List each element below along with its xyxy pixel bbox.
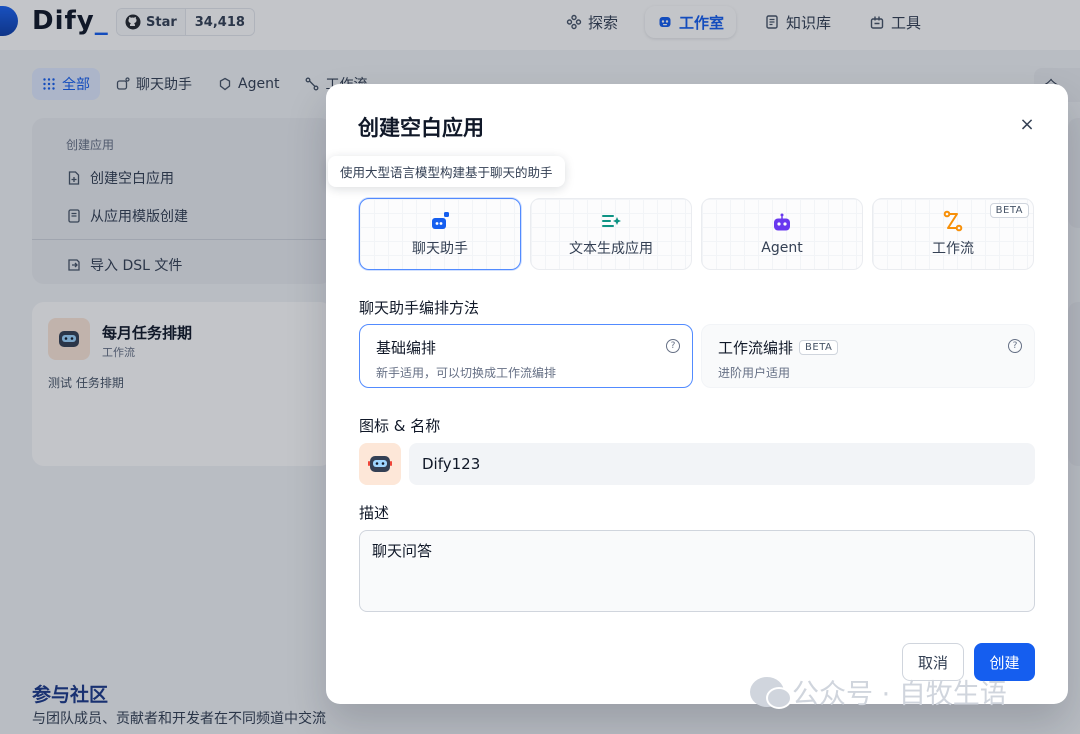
- mode-workflow[interactable]: 工作流编排 BETA 进阶用户适用 ?: [701, 324, 1035, 388]
- help-icon[interactable]: ?: [1008, 339, 1022, 353]
- app-icon-picker[interactable]: [359, 443, 401, 485]
- mode-label: 聊天助手编排方法: [359, 299, 480, 317]
- app-type-selector: 聊天助手 文本生成应用 Agent BETA 工作流: [359, 198, 1034, 270]
- app-name-input[interactable]: [409, 443, 1035, 485]
- beta-badge: BETA: [989, 203, 1029, 218]
- wechat-icon: [750, 676, 792, 709]
- text-generation-icon: [602, 215, 621, 227]
- help-icon[interactable]: ?: [666, 339, 680, 353]
- app-type-chat-assistant[interactable]: 聊天助手: [359, 198, 521, 270]
- icon-name-label: 图标 & 名称: [359, 417, 441, 435]
- modal-title: 创建空白应用: [358, 116, 484, 140]
- close-icon[interactable]: ×: [1016, 114, 1038, 136]
- create-blank-app-modal: 创建空白应用 × 聊天助手 文本生成应用 Agent BETA 工作流 使用大型…: [326, 84, 1068, 704]
- description-label: 描述: [359, 504, 390, 522]
- chat-assistant-icon: [432, 212, 449, 229]
- mode-basic[interactable]: 基础编排 新手适用，可以切换成工作流编排 ?: [359, 324, 693, 388]
- icon-name-row: [359, 443, 1035, 485]
- app-type-text-generation[interactable]: 文本生成应用: [530, 198, 692, 270]
- agent-robot-icon: [774, 213, 790, 231]
- beta-badge: BETA: [799, 340, 839, 355]
- app-type-agent[interactable]: Agent: [701, 198, 863, 270]
- watermark: 公众号 · 自牧生语: [750, 672, 1007, 711]
- description-textarea[interactable]: 聊天问答: [359, 530, 1035, 612]
- app-type-workflow[interactable]: BETA 工作流: [872, 198, 1034, 270]
- app-type-tooltip: 使用大型语言模型构建基于聊天的助手: [328, 156, 565, 187]
- robot-avatar-icon: [368, 456, 392, 472]
- workflow-type-icon: [943, 210, 963, 232]
